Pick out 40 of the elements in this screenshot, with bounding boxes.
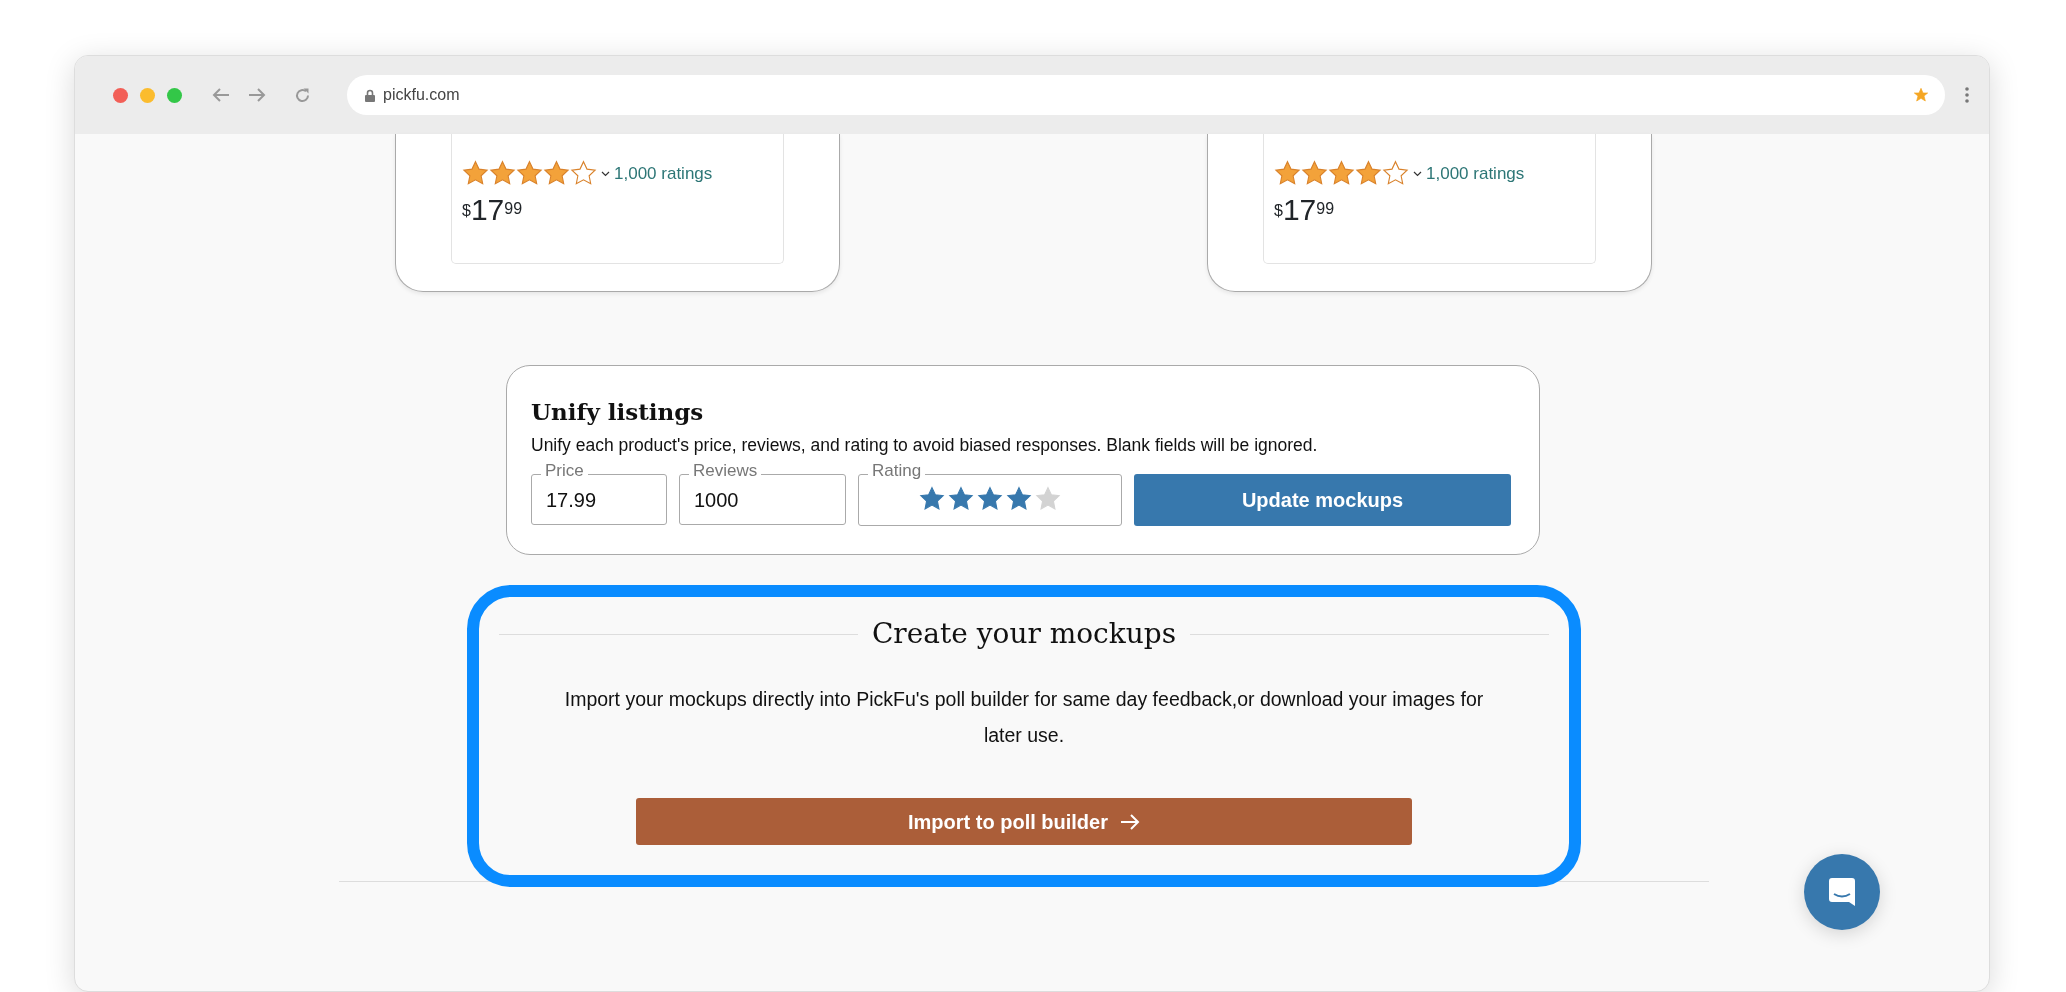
menu-icon[interactable] [1965,87,1969,103]
update-mockups-button[interactable]: Update mockups [1134,474,1511,527]
star-icon [919,486,945,513]
close-window-dot[interactable] [113,87,128,103]
ratings-link[interactable]: 1,000 ratings [614,160,713,187]
card-title: Unify listings [531,398,705,426]
star-icon [489,160,516,187]
back-icon[interactable] [212,87,230,103]
star-outline-icon [1382,160,1409,187]
chevron-down-icon [601,170,610,177]
star-icon [1301,160,1328,187]
url-text: pickfu.com [383,85,460,105]
minimize-window-dot[interactable] [140,87,155,103]
lock-icon [365,88,375,102]
field-label: Rating [868,462,926,480]
import-button[interactable]: Import to poll builder [636,798,1412,846]
star-icon [1328,160,1355,187]
section-title: Create your mockups [871,617,1177,651]
star-outline-icon [1035,486,1061,513]
maximize-window-dot[interactable] [167,87,182,103]
arrow-right-icon [1120,813,1140,830]
section-description: Import your mockups directly into PickFu's poll builder for same day feedback,or download your images for later use. [563,686,1485,748]
star-icon [462,160,489,187]
chevron-down-icon [1413,170,1422,177]
star-icon [1006,486,1032,513]
reload-icon[interactable] [294,86,311,104]
address-bar[interactable]: pickfu.com [347,75,1945,115]
star-icon [1274,160,1301,187]
card-description: Unify each product's price, reviews, and rating to avoid biased responses. Blank fields will be ignored. [531,433,1319,457]
star-icon [516,160,543,187]
rating-field[interactable]: Rating [858,464,1122,527]
star-outline-icon [570,160,597,187]
star-icon [948,486,974,513]
bookmark-star-icon[interactable] [1913,87,1929,103]
forward-icon[interactable] [248,87,266,103]
star-icon [977,486,1003,513]
ratings-link[interactable]: 1,000 ratings [1426,160,1525,187]
star-icon [543,160,570,187]
star-icon [1355,160,1382,187]
chat-bubble-icon [1829,878,1855,906]
